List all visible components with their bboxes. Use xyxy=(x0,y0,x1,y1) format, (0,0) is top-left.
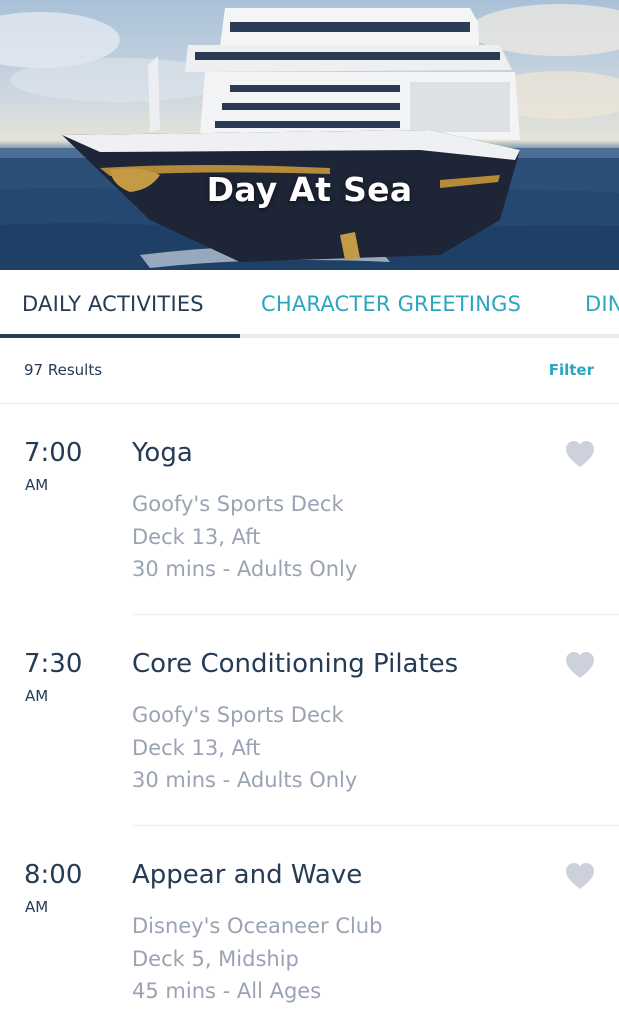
activity-info: 45 mins - All Ages xyxy=(132,979,322,1003)
activity-location: Disney's Oceaneer Club xyxy=(132,914,383,938)
activity-time: 7:00 xyxy=(24,438,83,468)
page: Day At Sea DAILY ACTIVITIES CHARACTER GR… xyxy=(0,0,619,1024)
list-item[interactable]: 8:00 AM Appear and Wave Disney's Oceanee… xyxy=(0,826,619,1024)
activity-ampm: AM xyxy=(25,898,49,916)
activity-deck: Deck 13, Aft xyxy=(132,525,261,549)
activity-deck: Deck 5, Midship xyxy=(132,947,299,971)
activity-info: 30 mins - Adults Only xyxy=(132,768,358,792)
heart-icon[interactable] xyxy=(565,651,595,679)
heart-icon[interactable] xyxy=(565,862,595,890)
activity-ampm: AM xyxy=(25,476,49,494)
filter-button[interactable]: Filter xyxy=(549,361,594,379)
activity-info: 30 mins - Adults Only xyxy=(132,557,358,581)
hero-banner: Day At Sea xyxy=(0,0,619,270)
tab-dining[interactable]: DIN xyxy=(585,292,619,316)
list-item[interactable]: 7:30 AM Core Conditioning Pilates Goofy'… xyxy=(0,615,619,826)
activity-deck: Deck 13, Aft xyxy=(132,736,261,760)
activity-ampm: AM xyxy=(25,687,49,705)
tab-daily-activities[interactable]: DAILY ACTIVITIES xyxy=(22,292,204,316)
activity-time: 8:00 xyxy=(24,860,83,890)
activity-title: Appear and Wave xyxy=(132,860,363,890)
cruise-ship-image xyxy=(0,4,619,270)
activity-location: Goofy's Sports Deck xyxy=(132,492,344,516)
results-count: 97 Results xyxy=(24,361,103,379)
tab-character-greetings[interactable]: CHARACTER GREETINGS xyxy=(261,292,521,316)
list-item[interactable]: 7:00 AM Yoga Goofy's Sports Deck Deck 13… xyxy=(0,404,619,615)
activity-title: Yoga xyxy=(132,438,193,468)
activity-title: Core Conditioning Pilates xyxy=(132,649,459,679)
heart-icon[interactable] xyxy=(565,440,595,468)
page-title: Day At Sea xyxy=(206,170,413,209)
activity-location: Goofy's Sports Deck xyxy=(132,703,344,727)
activity-time: 7:30 xyxy=(24,649,83,679)
